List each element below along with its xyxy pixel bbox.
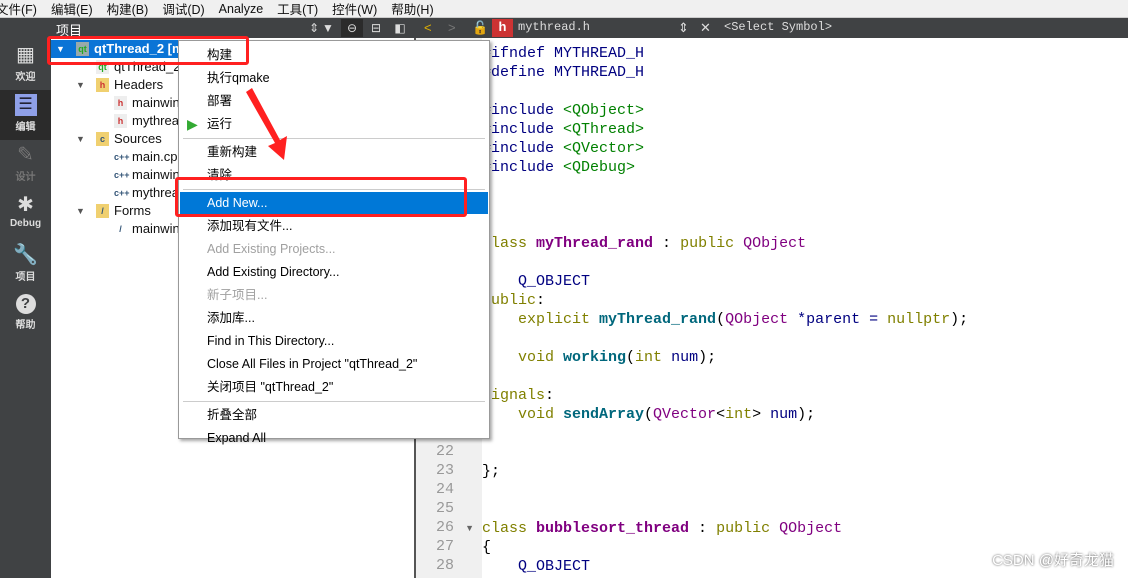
watermark: CSDN @好奇龙猫 [992,552,1114,569]
annotation-arrow [246,88,287,160]
arrow-shape [246,88,287,160]
